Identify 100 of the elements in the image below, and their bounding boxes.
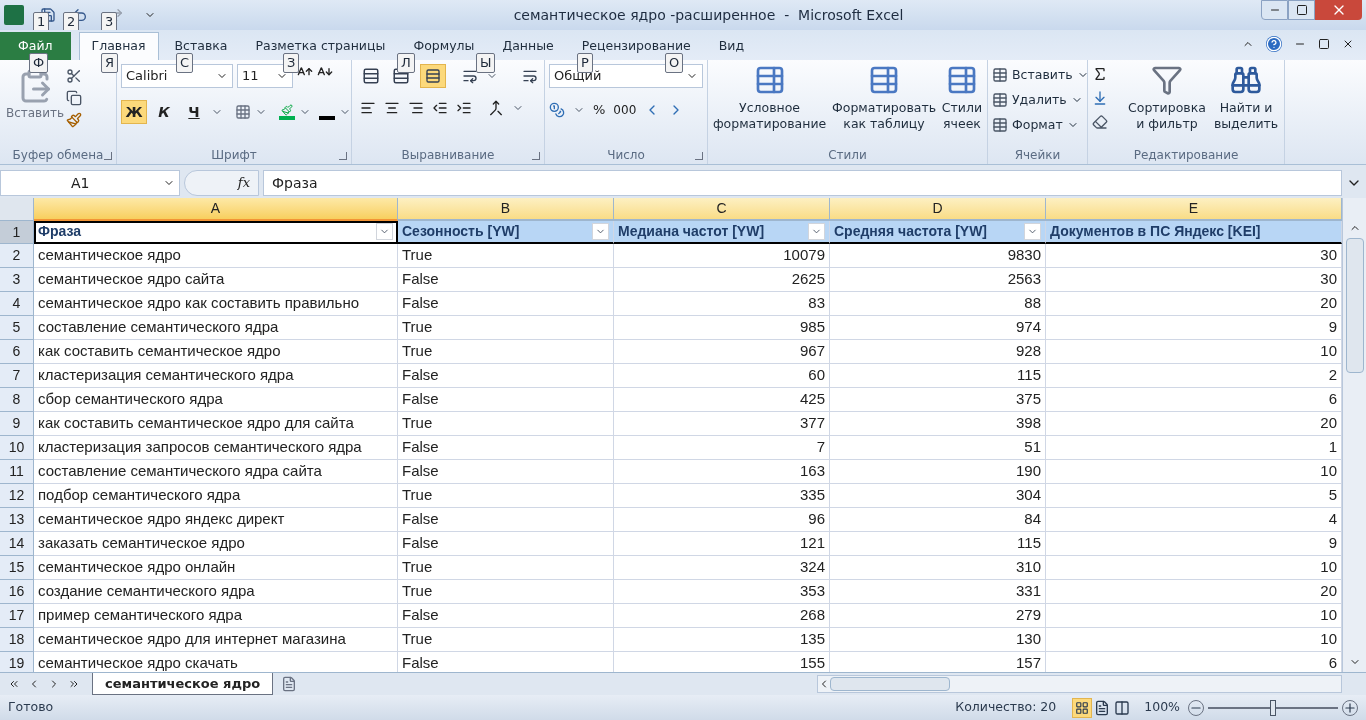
table-cell-text: 20 [1320, 293, 1337, 314]
table-cell-text: False [402, 269, 439, 290]
table-cell-text: 51 [1024, 437, 1041, 458]
keytip-tooltip: Ы [476, 53, 496, 73]
keytip-tooltip: Ф [29, 53, 49, 73]
table-cell-text: 115 [1017, 533, 1041, 554]
column-heading: Средняя частота [YW] [834, 222, 987, 241]
table-cell-text: False [402, 293, 439, 314]
table-cell-text: 115 [1017, 365, 1041, 386]
table-cell-text: 375 [1015, 389, 1041, 410]
table-cell-text: True [402, 629, 433, 650]
table-cell-text: 9 [1328, 533, 1337, 554]
table-cell-text: 130 [1015, 629, 1041, 650]
table-cell-text: семантическое ядро для интернет магазина [38, 629, 346, 650]
table-cell-text: 30 [1320, 245, 1337, 266]
keytip-tooltip: Л [397, 53, 415, 73]
row-number: 16 [0, 580, 34, 604]
table-cell-text: 268 [799, 605, 825, 626]
count-text: Количество: 20 [955, 698, 1057, 717]
row-number: 11 [0, 460, 34, 484]
table-cell-text: семантическое ядро скачать [38, 653, 238, 672]
row-number: 7 [0, 364, 34, 388]
table-cell-text: 30 [1320, 269, 1337, 290]
table-cell-text: 2 [1328, 365, 1337, 386]
row-number: 18 [0, 628, 34, 652]
table-cell-text: заказать семантическое ядро [38, 533, 245, 554]
table-cell-text: True [402, 581, 433, 602]
table-cell-text: 310 [1015, 557, 1041, 578]
table-cell-text: 20 [1320, 581, 1337, 602]
table-cell-text: 377 [799, 413, 825, 434]
table-cell-text: True [402, 245, 433, 266]
keytip-tooltip: 1 [33, 12, 50, 32]
table-cell-text: False [402, 533, 439, 554]
column-heading: Фраза [38, 222, 82, 241]
keytip-tooltip: Я [101, 53, 119, 73]
table-cell-text: 60 [808, 365, 825, 386]
table-cell-text: создание семантического ядра [38, 581, 255, 602]
table-cell-text: 155 [799, 653, 825, 672]
column-heading: Сезонность [YW] [402, 222, 520, 241]
column-heading: Медиана частот [YW] [618, 222, 765, 241]
row-number: 19 [0, 652, 34, 672]
table-cell-text: составление семантического ядра [38, 317, 279, 338]
table-cell-text: True [402, 485, 433, 506]
table-cell-text: 974 [1015, 317, 1041, 338]
column-heading: Документов в ПС Яндекс [KEI] [1050, 222, 1261, 241]
table-cell-text: кластеризация запросов семантического ядра [38, 437, 362, 458]
table-cell-text: 88 [1024, 293, 1041, 314]
table-cell-text: 6 [1328, 653, 1337, 672]
table-cell-text: 83 [808, 293, 825, 314]
table-cell-text: как составить семантическое ядро [38, 341, 281, 362]
table-cell-text: кластеризация семантического ядра [38, 365, 294, 386]
keytip-tooltip: 3 [101, 12, 118, 32]
table-cell-text: 4 [1328, 509, 1337, 530]
group-caption: Редактирование [1133, 147, 1239, 164]
table-cell-text: True [402, 557, 433, 578]
table-cell-text: семантическое ядро яндекс директ [38, 509, 285, 530]
keytip-tooltip: С [176, 53, 194, 73]
table-cell-text: 10079 [783, 245, 825, 266]
keytip-tooltip: О [665, 53, 684, 73]
table-cell-text: составление семантического ядра сайта [38, 461, 322, 482]
table-cell-text: 353 [799, 581, 825, 602]
table-cell-text: 7 [816, 437, 825, 458]
table-cell-text: 10 [1320, 557, 1337, 578]
window-title: семантическое ядро -расширенное - Microsoft Excel [513, 5, 904, 25]
group-caption: Ячейки [1014, 147, 1061, 164]
table-cell-text: 10 [1320, 629, 1337, 650]
row-number: 1 [0, 221, 34, 244]
row-number: 2 [0, 244, 34, 268]
table-cell-text: True [402, 341, 433, 362]
table-cell-text: семантическое ядро [38, 245, 181, 266]
table-cell-text: 84 [1024, 509, 1041, 530]
table-cell-text: семантическое ядро онлайн [38, 557, 236, 578]
keytip-tooltip: Р [577, 53, 593, 73]
table-cell-text: сбор семантического ядра [38, 389, 223, 410]
table-cell-text: 135 [799, 629, 825, 650]
row-number: 3 [0, 268, 34, 292]
table-cell-text: 1 [1328, 437, 1337, 458]
table-cell-text: False [402, 389, 439, 410]
row-number: 13 [0, 508, 34, 532]
table-cell-text: 5 [1328, 485, 1337, 506]
table-cell-text: False [402, 461, 439, 482]
row-number: 17 [0, 604, 34, 628]
table-cell-text: 10 [1320, 341, 1337, 362]
group-caption: Шрифт [211, 147, 257, 164]
row-number: 9 [0, 412, 34, 436]
row-number: 10 [0, 436, 34, 460]
table-cell-text: True [402, 317, 433, 338]
group-caption: Буфер обмена [12, 147, 104, 164]
table-cell-text: True [402, 413, 433, 434]
table-cell-text: False [402, 605, 439, 626]
group-caption: Число [607, 147, 645, 164]
table-cell-text: 121 [799, 533, 825, 554]
table-cell-text: 10 [1320, 605, 1337, 626]
table-cell-text: 163 [799, 461, 825, 482]
table-cell-text: 335 [799, 485, 825, 506]
table-cell-text: 928 [1015, 341, 1041, 362]
keytip-tooltip: 2 [63, 12, 80, 32]
table-cell-text: 331 [1015, 581, 1041, 602]
table-cell-text: 9830 [1007, 245, 1041, 266]
table-cell-text: 398 [1015, 413, 1041, 434]
